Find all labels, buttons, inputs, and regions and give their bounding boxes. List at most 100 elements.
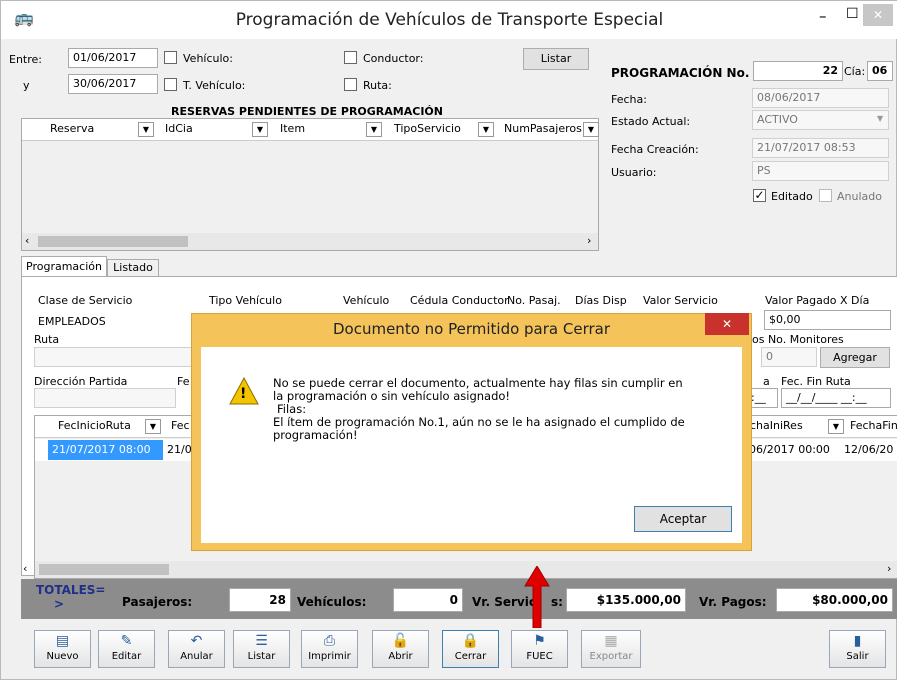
nuevo-label: Nuevo [46,651,79,662]
vehiculo-checkbox[interactable] [164,51,177,64]
col-fecinicioruta[interactable]: FecInicioRuta [58,419,131,432]
vehiculo-filter-label: Vehículo: [183,52,233,65]
col-item[interactable]: Item [280,122,305,135]
minimize-button[interactable]: – [819,7,827,25]
totals-label: TOTALES= [36,583,106,597]
listar-toolbar-button[interactable]: ☰ Listar [233,630,290,668]
editar-button[interactable]: ✎ Editar [98,630,155,668]
scroll-thumb[interactable] [39,564,169,575]
clase-servicio-label: Clase de Servicio [38,294,133,307]
fecha-label: Fecha: [611,93,647,106]
anular-button[interactable]: ↶ Anular [168,630,225,668]
conductor-checkbox[interactable] [344,51,357,64]
warning-glyph: ! [240,386,247,402]
ruta-input[interactable] [34,347,194,367]
cell-fec[interactable]: 21/0 [167,443,192,456]
chevron-down-icon[interactable]: ▼ [145,419,161,434]
agregar-button[interactable]: Agregar [820,347,890,368]
tab-listado[interactable]: Listado [107,259,159,277]
chevron-down-icon[interactable]: ▼ [252,122,268,137]
col-fechainires[interactable]: chaIniRes [750,419,803,432]
chevron-down-icon[interactable]: ▼ [366,122,382,137]
vehiculos-total-value: 0 [393,588,463,612]
nuevo-button[interactable]: ▤ Nuevo [34,630,91,668]
fec-fin-ruta-input[interactable]: __/__/____ __:__ [781,388,891,408]
dialog-close-button[interactable]: ✕ [705,313,749,335]
tab-programacion[interactable]: Programación [21,256,107,277]
programacion-number[interactable]: 22 [753,61,843,81]
conductor-filter-label: Conductor: [363,52,424,65]
y-label: y [23,79,30,92]
fecha-fin-input[interactable]: 30/06/2017 [68,74,158,94]
anulado-checkbox[interactable] [819,189,832,202]
new-doc-icon: ▤ [55,633,70,649]
cell-fechainires[interactable]: 06/2017 00:00 [749,443,830,456]
error-dialog: Documento no Permitido para Cerrar ✕ ! N… [191,313,752,551]
salir-label: Salir [846,651,869,662]
close-window-button[interactable]: ✕ [863,4,893,26]
dialog-title: Documento no Permitido para Cerrar [332,320,611,338]
fecha-inicio-input[interactable]: 01/06/2017 [68,48,158,68]
cerrar-label: Cerrar [454,651,487,662]
tvehiculo-checkbox[interactable] [164,78,177,91]
programacion-hscrollbar[interactable]: › [35,561,897,578]
usuario-value: PS [752,161,889,181]
salir-button[interactable]: ▮ Salir [829,630,886,668]
scroll-right-icon[interactable]: › [587,234,591,247]
monitores-label: os No. Monitores [752,333,844,346]
reservas-grid[interactable]: Reserva ▼ IdCia ▼ Item ▼ TipoServicio ▼ … [21,118,599,251]
chevron-down-icon[interactable]: ▼ [583,122,599,137]
maximize-button[interactable]: ☐ [846,6,859,22]
chevron-down-icon[interactable]: ▼ [138,122,154,137]
lock-icon: 🔒 [461,633,480,649]
exit-door-icon: ▮ [853,633,862,649]
scroll-left-icon[interactable]: ‹ [23,562,27,575]
valor-pagado-input[interactable]: $0,00 [764,310,891,330]
scroll-left-icon[interactable]: ‹ [25,234,29,247]
window-title: Programación de Vehículos de Transporte … [235,10,664,30]
entre-label: Entre: [9,53,42,66]
chevron-down-icon[interactable]: ▼ [478,122,494,137]
dialog-message-line: la programación o sin vehículo asignado! [273,389,511,403]
fuec-icon: ⚑ [533,633,546,649]
abrir-button[interactable]: 🔓 Abrir [372,630,429,668]
programacion-label: PROGRAMACIÓN No. [611,66,750,80]
chevron-down-icon[interactable]: ▼ [828,419,844,434]
valor-pagado-label: Valor Pagado X Día [765,294,870,307]
scroll-thumb[interactable] [38,236,188,247]
cell-fecinicioruta[interactable]: 21/07/2017 08:00 [48,440,163,460]
pasajeros-total-label: Pasajeros: [122,595,193,609]
export-icon: ▦ [604,633,618,649]
dias-label: Días Disp [575,294,627,307]
ruta-checkbox[interactable] [344,78,357,91]
cell-fechafin[interactable]: 12/06/20 [844,443,893,456]
direccion-input[interactable] [34,388,176,408]
editado-label: Editado [771,190,813,203]
dialog-message-line: programación! [273,428,358,442]
col-numpasajeros[interactable]: NumPasajeros [504,122,582,135]
aceptar-button[interactable]: Aceptar [634,506,732,532]
reservas-hscrollbar[interactable]: ‹ › [22,233,598,250]
vr-pagos-value: $80.000,00 [776,588,893,612]
col-fechafin[interactable]: FechaFin [850,419,897,432]
monitores-input[interactable]: 0 [761,347,817,367]
cerrar-button[interactable]: 🔒 Cerrar [442,630,499,668]
creacion-value: 21/07/2017 08:53 [752,138,889,158]
editado-checkbox[interactable] [753,189,766,202]
col-fec[interactable]: Fec [171,419,190,432]
fecha-value: 08/06/2017 [752,88,889,108]
scroll-right-icon[interactable]: › [887,562,891,575]
fuec-button[interactable]: ⚑ FUEC [511,630,568,668]
estado-select[interactable]: ACTIVO [752,110,889,130]
totals-arrow: > [54,597,65,611]
fuec-label: FUEC [526,651,553,662]
exportar-button[interactable]: ▦ Exportar [581,630,641,668]
col-tiposervicio[interactable]: TipoServicio [394,122,461,135]
cia-value[interactable]: 06 [867,61,893,81]
col-idcia[interactable]: IdCia [165,122,193,135]
chevron-down-icon[interactable]: ▼ [877,114,883,123]
imprimir-button[interactable]: ⎙ Imprimir [301,630,358,668]
col-reserva[interactable]: Reserva [50,122,94,135]
listar-button[interactable]: Listar [523,48,589,70]
clase-servicio-value[interactable]: EMPLEADOS [38,315,106,328]
